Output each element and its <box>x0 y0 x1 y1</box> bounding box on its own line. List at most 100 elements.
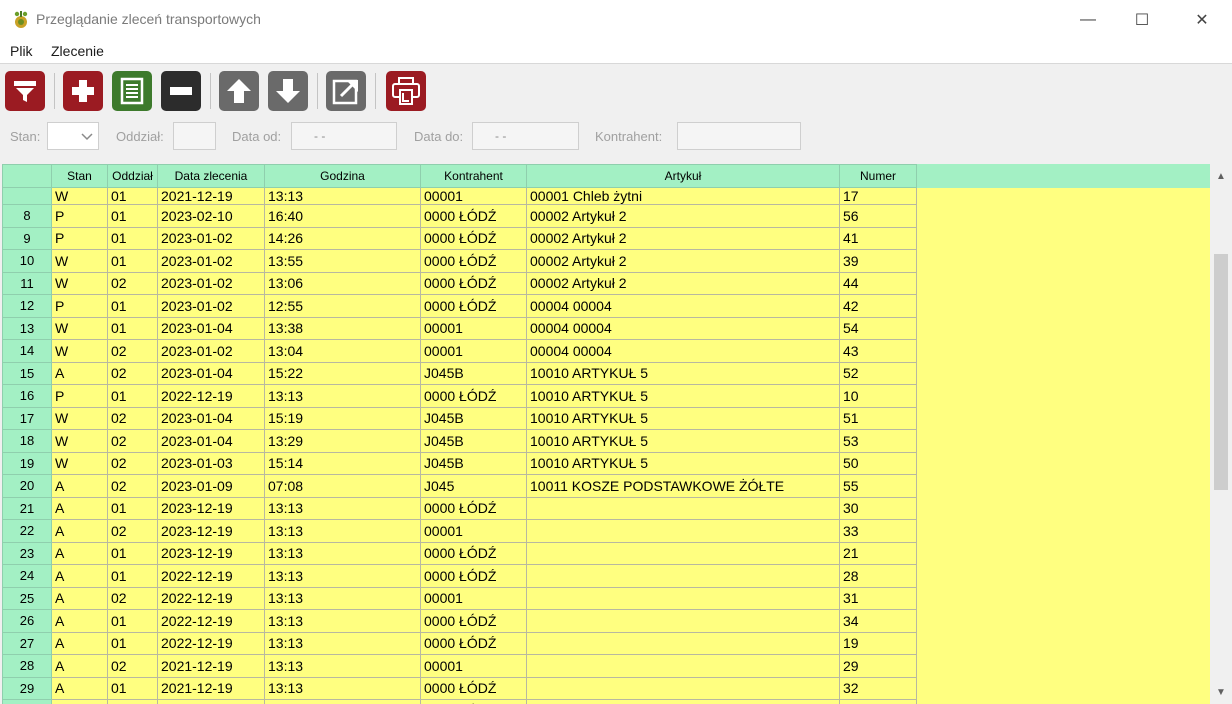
cell-kontrahent: 00001 <box>420 339 527 363</box>
cell-row-number: 27 <box>2 631 52 655</box>
orders-table: Stan Oddział Data zlecenia Godzina Kontrahen… <box>2 164 917 704</box>
table-row[interactable]: 10 W 01 2023-01-02 13:55 0000 ŁÓDŹ 00002 Artyk… <box>2 249 917 273</box>
cell-numer: 51 <box>839 406 917 430</box>
column-header-artykul[interactable]: Artykuł <box>526 164 840 188</box>
cell-data-zlecenia: 2023-01-02 <box>157 339 265 363</box>
cell-numer: 21 <box>839 541 917 565</box>
menu-zlecenie[interactable]: Zlecenie <box>51 43 104 59</box>
cell-stan: A <box>51 654 108 678</box>
column-header-row-number[interactable] <box>2 164 52 188</box>
data-do-input[interactable]: - - <box>472 122 579 150</box>
table-row[interactable]: 19 W 02 2023-01-03 15:14 J045B 10010 ARTYKUŁ 5… <box>2 451 917 475</box>
move-up-button[interactable] <box>219 71 259 111</box>
stan-select[interactable] <box>47 122 99 150</box>
column-header-stan[interactable]: Stan <box>51 164 108 188</box>
cell-row-number <box>2 187 52 205</box>
data-od-input[interactable]: - - <box>291 122 397 150</box>
cell-data-zlecenia: 2022-12-19 <box>157 384 265 408</box>
table-row[interactable]: 16 P 01 2022-12-19 13:13 0000 ŁÓDŹ 10010 ARTYK… <box>2 384 917 408</box>
orders-grid[interactable]: Stan Oddział Data zlecenia Godzina Kontrahen… <box>2 164 1210 704</box>
maximize-button[interactable]: ☐ <box>1114 0 1170 40</box>
column-header-kontrahent[interactable]: Kontrahent <box>420 164 527 188</box>
cell-godzina: 13:13 <box>264 564 421 588</box>
table-row[interactable]: 27 A 01 2022-12-19 13:13 0000 ŁÓDŹ 19 <box>2 631 917 655</box>
cell-row-number: 29 <box>2 676 52 700</box>
column-header-oddzial[interactable]: Oddział <box>107 164 158 188</box>
table-row[interactable]: 17 W 02 2023-01-04 15:19 J045B 10010 ARTYKUŁ 5… <box>2 406 917 430</box>
cell-artykul <box>526 564 840 588</box>
cell-row-number: 17 <box>2 406 52 430</box>
delete-button[interactable] <box>161 71 201 111</box>
table-row-partial[interactable]: W 01 2021-12-19 13:13 00001 00001 Chleb żytni… <box>2 187 917 205</box>
cell-stan: A <box>51 609 108 633</box>
cell-godzina: 13:13 <box>264 187 421 205</box>
cell-artykul: 10010 ARTYKUŁ 5 <box>526 384 840 408</box>
cell-stan: W <box>51 249 108 273</box>
table-row[interactable]: 20 A 02 2023-01-09 07:08 J045 10011 KOSZE PODS… <box>2 474 917 498</box>
close-button[interactable]: ✕ <box>1174 0 1230 40</box>
menu-bar: Plik Zlecenie <box>0 40 1232 64</box>
menu-plik[interactable]: Plik <box>10 43 33 59</box>
cell-kontrahent: 00001 <box>420 654 527 678</box>
cell-godzina: 13:13 <box>264 676 421 700</box>
toolbar-separator <box>317 73 318 109</box>
table-row[interactable]: 26 A 01 2022-12-19 13:13 0000 ŁÓDŹ 34 <box>2 609 917 633</box>
minimize-button[interactable]: — <box>1060 0 1116 40</box>
table-row[interactable]: 30A012021-12-1913:130000 ŁÓDŹ 22 <box>2 699 917 704</box>
cell-numer: 52 <box>839 361 917 385</box>
cell-godzina: 14:26 <box>264 226 421 250</box>
vertical-scrollbar[interactable]: ▲ ▼ <box>1210 164 1232 704</box>
table-row[interactable]: 18 W 02 2023-01-04 13:29 J045B 10010 ARTYKUŁ 5… <box>2 429 917 453</box>
cell-row-number: 20 <box>2 474 52 498</box>
table-row[interactable]: 12 P 01 2023-01-02 12:55 0000 ŁÓDŹ 00004 00004… <box>2 294 917 318</box>
filter-button[interactable] <box>5 71 45 111</box>
cell-artykul: 00001 Chleb żytni <box>526 187 840 205</box>
table-row[interactable]: 9 P 01 2023-01-02 14:26 0000 ŁÓDŹ 00002 Artyku… <box>2 226 917 250</box>
scroll-up-icon[interactable]: ▲ <box>1210 166 1232 186</box>
cell-kontrahent: J045B <box>420 451 527 475</box>
table-row[interactable]: 22 A 02 2023-12-19 13:13 00001 33 <box>2 519 917 543</box>
table-row[interactable]: 28 A 02 2021-12-19 13:13 00001 29 <box>2 654 917 678</box>
details-button[interactable] <box>112 71 152 111</box>
print-icon <box>392 77 420 105</box>
cell-numer: 55 <box>839 474 917 498</box>
cell-numer: 33 <box>839 519 917 543</box>
scroll-thumb[interactable] <box>1214 254 1228 490</box>
table-row[interactable]: 11 W 02 2023-01-02 13:06 0000 ŁÓDŹ 00002 Artyk… <box>2 271 917 295</box>
cell-data-zlecenia: 2022-12-19 <box>157 631 265 655</box>
cell-artykul: 00004 00004 <box>526 316 840 340</box>
table-row[interactable]: 13 W 01 2023-01-04 13:38 00001 00004 00004 54 <box>2 316 917 340</box>
cell-godzina: 13:13 <box>264 609 421 633</box>
cell-artykul <box>526 586 840 610</box>
cell-godzina: 13:29 <box>264 429 421 453</box>
data-do-label: Data do: <box>414 129 464 144</box>
kontrahent-input[interactable] <box>677 122 801 150</box>
column-header-data-zlecenia[interactable]: Data zlecenia <box>157 164 265 188</box>
print-button[interactable] <box>386 71 426 111</box>
cell-row-number: 25 <box>2 586 52 610</box>
column-header-numer[interactable]: Numer <box>839 164 917 188</box>
scroll-down-icon[interactable]: ▼ <box>1210 682 1232 702</box>
table-row[interactable]: 15 A 02 2023-01-04 15:22 J045B 10010 ARTYKUŁ 5… <box>2 361 917 385</box>
table-row[interactable]: 14 W 02 2023-01-02 13:04 00001 00004 00004 43 <box>2 339 917 363</box>
column-header-godzina[interactable]: Godzina <box>264 164 421 188</box>
table-row[interactable]: 21 A 01 2023-12-19 13:13 0000 ŁÓDŹ 30 <box>2 496 917 520</box>
cell-numer: 34 <box>839 609 917 633</box>
cell-oddzial: 02 <box>107 339 158 363</box>
table-row[interactable]: 23 A 01 2023-12-19 13:13 0000 ŁÓDŹ 21 <box>2 541 917 565</box>
cell-artykul: 00002 Artykuł 2 <box>526 271 840 295</box>
export-button[interactable] <box>326 71 366 111</box>
cell-numer: 56 <box>839 204 917 228</box>
table-row[interactable]: 29 A 01 2021-12-19 13:13 0000 ŁÓDŹ 32 <box>2 676 917 700</box>
table-row[interactable]: 25 A 02 2022-12-19 13:13 00001 31 <box>2 586 917 610</box>
table-row[interactable]: 8 P 01 2023-02-10 16:40 0000 ŁÓDŹ 00002 Artyku… <box>2 204 917 228</box>
add-button[interactable] <box>63 71 103 111</box>
cell-artykul: 10010 ARTYKUŁ 5 <box>526 429 840 453</box>
cell-artykul <box>526 699 840 704</box>
oddzial-input[interactable] <box>173 122 216 150</box>
cell-data-zlecenia: 2021-12-19 <box>157 676 265 700</box>
cell-data-zlecenia: 2023-01-04 <box>157 406 265 430</box>
move-down-button[interactable] <box>268 71 308 111</box>
cell-oddzial: 01 <box>107 187 158 205</box>
table-row[interactable]: 24 A 01 2022-12-19 13:13 0000 ŁÓDŹ 28 <box>2 564 917 588</box>
